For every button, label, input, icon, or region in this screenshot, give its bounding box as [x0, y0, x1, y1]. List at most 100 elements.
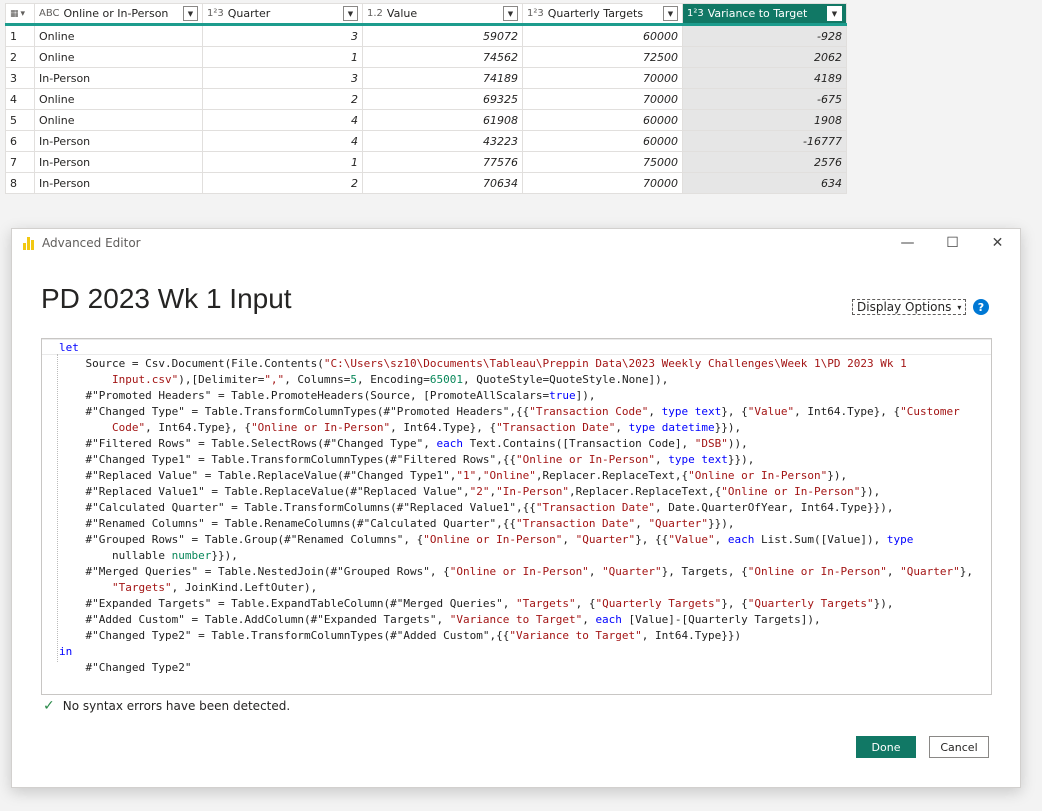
table-row[interactable]: 7 In-Person 1 77576 75000 2576: [5, 151, 847, 173]
cell-variance-to-target[interactable]: -16777: [682, 130, 847, 152]
whole-number-type-icon[interactable]: 1²3: [527, 8, 544, 19]
cell-online-or-in-person[interactable]: Online: [34, 88, 203, 110]
filter-dropdown-icon[interactable]: ▼: [663, 6, 678, 21]
cell-quarter[interactable]: 1: [202, 46, 363, 68]
cell-quarterly-targets[interactable]: 75000: [522, 151, 683, 173]
code-line: #"Changed Type2": [59, 660, 973, 676]
column-header-variance-to-target[interactable]: 1²3 Variance to Target ▼: [682, 3, 847, 26]
cell-online-or-in-person[interactable]: Online: [34, 109, 203, 131]
cell-quarterly-targets[interactable]: 72500: [522, 46, 683, 68]
row-number[interactable]: 8: [5, 172, 35, 194]
whole-number-type-icon[interactable]: 1²3: [687, 8, 704, 19]
cell-value[interactable]: 59072: [362, 24, 523, 47]
cell-online-or-in-person[interactable]: In-Person: [34, 151, 203, 173]
cell-online-or-in-person[interactable]: In-Person: [34, 67, 203, 89]
cell-quarterly-targets[interactable]: 70000: [522, 88, 683, 110]
column-header-label: Variance to Target: [707, 7, 808, 20]
cell-value[interactable]: 77576: [362, 151, 523, 173]
code-token: "Transaction Code": [529, 405, 649, 418]
cell-quarterly-targets[interactable]: 70000: [522, 172, 683, 194]
maximize-icon[interactable]: ☐: [930, 229, 975, 257]
cell-value[interactable]: 69325: [362, 88, 523, 110]
cell-quarter[interactable]: 3: [202, 67, 363, 89]
close-icon[interactable]: ✕: [975, 229, 1020, 257]
display-options-button[interactable]: Display Options ▾: [852, 299, 967, 315]
cell-variance-to-target[interactable]: 1908: [682, 109, 847, 131]
code-line: let: [59, 340, 973, 356]
row-number[interactable]: 6: [5, 130, 35, 152]
minimize-icon[interactable]: —: [885, 229, 930, 257]
syntax-status: ✓ No syntax errors have been detected.: [43, 698, 290, 714]
column-header-quarterly-targets[interactable]: 1²3 Quarterly Targets ▼: [522, 3, 683, 26]
column-header-quarter[interactable]: 1²3 Quarter ▼: [202, 3, 363, 26]
cell-quarterly-targets[interactable]: 70000: [522, 67, 683, 89]
table-row[interactable]: 4 Online 2 69325 70000 -675: [5, 88, 847, 110]
cell-online-or-in-person[interactable]: In-Person: [34, 172, 203, 194]
row-number[interactable]: 7: [5, 151, 35, 173]
cell-quarterly-targets[interactable]: 60000: [522, 109, 683, 131]
row-number[interactable]: 3: [5, 67, 35, 89]
cell-value[interactable]: 61908: [362, 109, 523, 131]
cell-variance-to-target[interactable]: -928: [682, 24, 847, 47]
column-header-label: Quarter: [227, 7, 271, 20]
cell-quarter[interactable]: 4: [202, 130, 363, 152]
cell-variance-to-target[interactable]: 2576: [682, 151, 847, 173]
code-token: #"Renamed Columns" = Table.RenameColumns…: [59, 517, 516, 530]
cell-variance-to-target[interactable]: -675: [682, 88, 847, 110]
cell-quarter[interactable]: 2: [202, 88, 363, 110]
cell-value[interactable]: 70634: [362, 172, 523, 194]
column-header-online-or-in-person[interactable]: ABC Online or In-Person ▼: [34, 3, 203, 26]
table-corner[interactable]: ▦ ▾: [5, 3, 35, 26]
decimal-type-icon[interactable]: 1.2: [367, 8, 383, 19]
filter-dropdown-icon[interactable]: ▼: [183, 6, 198, 21]
table-row[interactable]: 6 In-Person 4 43223 60000 -16777: [5, 130, 847, 152]
title-bar[interactable]: Advanced Editor — ☐ ✕: [12, 229, 1020, 257]
column-header-value[interactable]: 1.2 Value ▼: [362, 3, 523, 26]
table-row[interactable]: 5 Online 4 61908 60000 1908: [5, 109, 847, 131]
row-number[interactable]: 1: [5, 24, 35, 47]
table-row[interactable]: 1 Online 3 59072 60000 -928: [5, 24, 847, 47]
cell-value[interactable]: 74189: [362, 67, 523, 89]
done-button[interactable]: Done: [856, 736, 916, 758]
cell-quarter[interactable]: 3: [202, 24, 363, 47]
table-row[interactable]: 2 Online 1 74562 72500 2062: [5, 46, 847, 68]
code-token: "Quarter": [602, 565, 662, 578]
code-editor[interactable]: let Source = Csv.Document(File.Contents(…: [41, 338, 992, 695]
code-line: nullable number}}),: [59, 548, 973, 564]
cell-variance-to-target[interactable]: 2062: [682, 46, 847, 68]
row-number[interactable]: 2: [5, 46, 35, 68]
cell-online-or-in-person[interactable]: In-Person: [34, 130, 203, 152]
help-icon[interactable]: ?: [973, 299, 989, 315]
cell-variance-to-target[interactable]: 634: [682, 172, 847, 194]
text-type-icon[interactable]: ABC: [39, 8, 60, 19]
code-line: #"Filtered Rows" = Table.SelectRows(#"Ch…: [59, 436, 973, 452]
data-table: ▦ ▾ ABC Online or In-Person ▼ 1²3 Quarter ▼ 1…: [5, 3, 847, 194]
cell-value[interactable]: 43223: [362, 130, 523, 152]
cell-quarterly-targets[interactable]: 60000: [522, 24, 683, 47]
row-number[interactable]: 5: [5, 109, 35, 131]
filter-dropdown-icon[interactable]: ▼: [827, 6, 842, 21]
filter-dropdown-icon[interactable]: ▼: [343, 6, 358, 21]
table-icon: ▦: [10, 8, 19, 19]
code-text[interactable]: let Source = Csv.Document(File.Contents(…: [59, 340, 973, 676]
cell-quarter[interactable]: 1: [202, 151, 363, 173]
code-token: "Online or In-Person": [423, 533, 563, 546]
table-row[interactable]: 8 In-Person 2 70634 70000 634: [5, 172, 847, 194]
filter-dropdown-icon[interactable]: ▼: [503, 6, 518, 21]
whole-number-type-icon[interactable]: 1²3: [207, 8, 224, 19]
cell-quarter[interactable]: 2: [202, 172, 363, 194]
cancel-button[interactable]: Cancel: [929, 736, 989, 758]
row-number[interactable]: 4: [5, 88, 35, 110]
cell-quarterly-targets[interactable]: 60000: [522, 130, 683, 152]
code-token: }}),: [727, 453, 755, 466]
cell-variance-to-target[interactable]: 4189: [682, 67, 847, 89]
code-token: Code": [59, 421, 146, 434]
cell-quarter[interactable]: 4: [202, 109, 363, 131]
code-token: ,: [562, 533, 576, 546]
cell-value[interactable]: 74562: [362, 46, 523, 68]
cell-online-or-in-person[interactable]: Online: [34, 46, 203, 68]
code-token: nullable: [59, 549, 172, 562]
table-row[interactable]: 3 In-Person 3 74189 70000 4189: [5, 67, 847, 89]
cell-online-or-in-person[interactable]: Online: [34, 24, 203, 47]
column-header-label: Online or In-Person: [63, 7, 169, 20]
